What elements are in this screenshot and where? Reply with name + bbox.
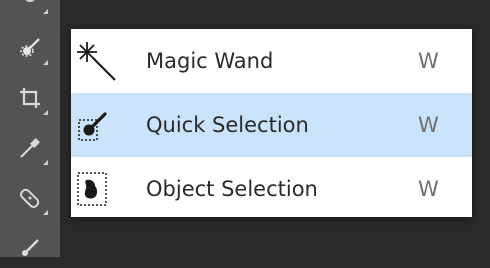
- menu-item-shortcut: W: [418, 113, 439, 137]
- menu-item-object-selection[interactable]: Object Selection W: [71, 157, 472, 221]
- quick-selection-icon: [74, 103, 118, 147]
- magic-wand-icon: [74, 39, 118, 83]
- tool-partial-icon: [25, 0, 35, 2]
- flyout-indicator: [43, 9, 48, 14]
- healing-brush-icon: [20, 188, 40, 208]
- menu-item-magic-wand[interactable]: Magic Wand W: [71, 29, 472, 93]
- flyout-indicator: [43, 160, 48, 165]
- brush-icon: [22, 239, 39, 256]
- selection-tools-flyout-menu: Magic Wand W Quick Selection W Object Se…: [71, 29, 472, 217]
- flyout-indicator: [43, 110, 48, 115]
- menu-item-quick-selection[interactable]: Quick Selection W: [71, 93, 472, 157]
- menu-item-shortcut: W: [418, 49, 439, 73]
- panel-top-bar: [60, 0, 490, 12]
- flyout-indicator: [43, 60, 48, 65]
- object-selection-icon: [74, 167, 118, 211]
- eyedropper-icon: [20, 138, 40, 158]
- tools-panel: [0, 0, 60, 257]
- crop-icon: [20, 88, 40, 108]
- menu-item-label: Object Selection: [146, 177, 318, 201]
- menu-item-label: Quick Selection: [146, 113, 309, 137]
- quick-selection-icon: [20, 38, 40, 57]
- menu-item-shortcut: W: [418, 177, 439, 201]
- flyout-indicator: [43, 210, 48, 215]
- menu-item-label: Magic Wand: [146, 49, 274, 73]
- tool-button-brush[interactable]: [8, 228, 52, 268]
